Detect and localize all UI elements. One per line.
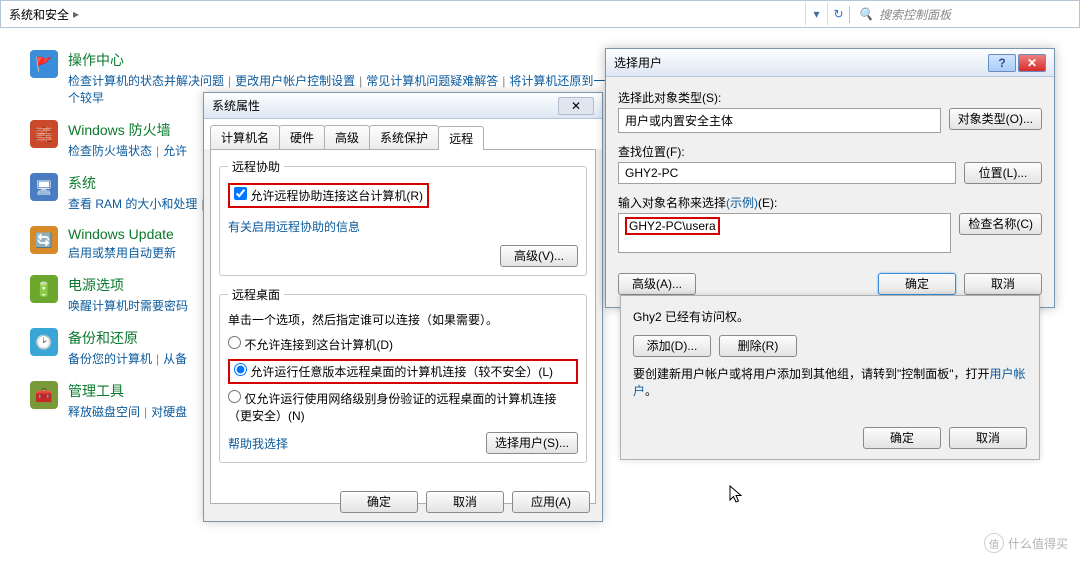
remote-desktop-group: 远程桌面 单击一个选项，然后指定谁可以连接（如果需要）。 不允许连接到这台计算机… (219, 286, 587, 463)
remove-button[interactable]: 删除(R) (719, 335, 797, 357)
cancel-button[interactable]: 取消 (949, 427, 1027, 449)
checkbox-input[interactable] (234, 187, 247, 200)
category-link[interactable]: 常见计算机问题疑难解答 (366, 74, 498, 88)
opt-allow-nla[interactable]: 仅允许运行使用网络级别身份验证的远程桌面的计算机连接（更安全）(N) (228, 392, 556, 423)
close-icon[interactable]: ✕ (1018, 54, 1046, 72)
dropdown-icon[interactable]: ▾ (805, 3, 827, 25)
add-button[interactable]: 添加(D)... (633, 335, 711, 357)
category-title[interactable]: 操作中心 (68, 50, 610, 70)
breadcrumb-text: 系统和安全 (9, 6, 69, 23)
category-links: 检查防火墙状态|允许 (68, 142, 187, 159)
ok-button[interactable]: 确定 (878, 273, 956, 295)
search-placeholder: 搜索控制面板 (879, 6, 951, 23)
object-type-button[interactable]: 对象类型(O)... (949, 108, 1042, 130)
apply-button[interactable]: 应用(A) (512, 491, 590, 513)
category-links: 备份您的计算机|从备 (68, 350, 187, 367)
location-label: 查找位置(F): (618, 143, 1042, 160)
ok-button[interactable]: 确定 (340, 491, 418, 513)
category-link[interactable]: 唤醒计算机时需要密码 (68, 299, 188, 313)
highlight-box: GHY2-PC\usera (625, 217, 720, 235)
breadcrumb[interactable]: 系统和安全 ▸ (1, 6, 805, 23)
category-title[interactable]: Windows Update (68, 226, 176, 242)
watermark-icon: 值 (984, 533, 1004, 553)
instruction-text: 单击一个选项，然后指定谁可以连接（如果需要）。 (228, 311, 578, 328)
tab-1[interactable]: 硬件 (279, 125, 325, 149)
check-names-button[interactable]: 检查名称(C) (959, 213, 1042, 235)
advanced-button[interactable]: 高级(V)... (500, 245, 578, 267)
remote-assist-legend: 远程协助 (228, 158, 284, 175)
category-icon: 🔋 (30, 275, 58, 303)
category-links: 唤醒计算机时需要密码 (68, 297, 188, 314)
tab-0[interactable]: 计算机名 (210, 125, 280, 149)
category-link[interactable]: 释放磁盘空间 (68, 405, 140, 419)
select-users-button[interactable]: 选择用户(S)... (486, 432, 578, 454)
category-icon: 🔄 (30, 226, 58, 254)
category-link[interactable]: 查看 RAM 的大小和处理 (68, 197, 197, 211)
remote-users-panel: Ghy2 已经有访问权。 添加(D)... 删除(R) 要创建新用户帐户或将用户… (620, 295, 1040, 460)
category-title[interactable]: 管理工具 (68, 381, 187, 401)
highlight-box: 允许远程协助连接这台计算机(R) (228, 183, 429, 208)
dialog-title: 系统属性 (212, 97, 260, 114)
category-icon: 🚩 (30, 50, 58, 78)
access-text: Ghy2 已经有访问权。 (633, 308, 1027, 325)
advanced-button[interactable]: 高级(A)... (618, 273, 696, 295)
category-icon: 🕑 (30, 328, 58, 356)
object-name-label: 输入对象名称来选择(示例)(E): (618, 194, 1042, 211)
dialog-titlebar[interactable]: 系统属性 ✕ (204, 93, 602, 119)
object-type-field[interactable]: 用户或内置安全主体 (618, 108, 941, 133)
highlight-box: 允许运行任意版本远程桌面的计算机连接（较不安全）(L) (228, 359, 578, 384)
category-link[interactable]: 从备 (163, 352, 187, 366)
category-icon: 🖥 (30, 173, 58, 201)
hint-text: 要创建新用户帐户或将用户添加到其他组，请转到"控制面板"，打开用户帐户。 (633, 365, 1027, 399)
opt-allow-any[interactable]: 允许运行任意版本远程桌面的计算机连接（较不安全）(L) (234, 365, 553, 379)
remote-assist-info-link[interactable]: 有关启用远程协助的信息 (228, 220, 360, 234)
category-title[interactable]: 备份和还原 (68, 328, 187, 348)
category-link[interactable]: 允许 (163, 144, 187, 158)
category-link[interactable]: 备份您的计算机 (68, 352, 152, 366)
location-button[interactable]: 位置(L)... (964, 162, 1042, 184)
cursor-icon (729, 485, 745, 505)
category-title[interactable]: 电源选项 (68, 275, 188, 295)
tab-strip: 计算机名硬件高级系统保护远程 (204, 119, 602, 149)
watermark-text: 什么值得买 (1008, 535, 1068, 552)
remote-desktop-legend: 远程桌面 (228, 286, 284, 303)
tab-3[interactable]: 系统保护 (369, 125, 439, 149)
opt-disallow[interactable]: 不允许连接到这台计算机(D) (228, 338, 393, 352)
category-link[interactable]: 对硬盘 (151, 405, 187, 419)
category-link[interactable]: 检查防火墙状态 (68, 144, 152, 158)
search-input[interactable]: 🔍 搜索控制面板 (849, 6, 1079, 23)
close-icon[interactable]: ✕ (558, 97, 594, 115)
location-field[interactable]: GHY2-PC (618, 162, 956, 184)
object-type-label: 选择此对象类型(S): (618, 89, 1042, 106)
remote-assist-group: 远程协助 允许远程协助连接这台计算机(R) 有关启用远程协助的信息 高级(V).… (219, 158, 587, 276)
category-icon: 🧰 (30, 381, 58, 409)
watermark: 值 什么值得买 (984, 533, 1068, 553)
select-user-dialog: 选择用户 ? ✕ 选择此对象类型(S): 用户或内置安全主体 对象类型(O)..… (605, 48, 1055, 308)
category-link[interactable]: 检查计算机的状态并解决问题 (68, 74, 224, 88)
dialog-title: 选择用户 (614, 54, 662, 71)
allow-remote-assist-checkbox[interactable]: 允许远程协助连接这台计算机(R) (234, 189, 423, 203)
category-link[interactable]: 更改用户帐户控制设置 (235, 74, 355, 88)
category-link[interactable]: 启用或禁用自动更新 (68, 246, 176, 260)
tab-2[interactable]: 高级 (324, 125, 370, 149)
object-name-input[interactable]: GHY2-PC\usera (618, 213, 951, 253)
category-links: 启用或禁用自动更新 (68, 244, 176, 261)
category-icon: 🧱 (30, 120, 58, 148)
address-bar: 系统和安全 ▸ ▾ ↻ 🔍 搜索控制面板 (0, 0, 1080, 28)
category-title[interactable]: Windows 防火墙 (68, 120, 187, 140)
cancel-button[interactable]: 取消 (426, 491, 504, 513)
chevron-right-icon: ▸ (73, 7, 79, 21)
category-links: 释放磁盘空间|对硬盘 (68, 403, 187, 420)
dialog-titlebar[interactable]: 选择用户 ? ✕ (606, 49, 1054, 77)
cancel-button[interactable]: 取消 (964, 273, 1042, 295)
tab-4[interactable]: 远程 (438, 126, 484, 150)
ok-button[interactable]: 确定 (863, 427, 941, 449)
refresh-icon[interactable]: ↻ (827, 3, 849, 25)
search-icon: 🔍 (858, 7, 873, 21)
help-icon[interactable]: ? (988, 54, 1016, 72)
system-properties-dialog: 系统属性 ✕ 计算机名硬件高级系统保护远程 远程协助 允许远程协助连接这台计算机… (203, 92, 603, 522)
help-choose-link[interactable]: 帮助我选择 (228, 435, 288, 452)
